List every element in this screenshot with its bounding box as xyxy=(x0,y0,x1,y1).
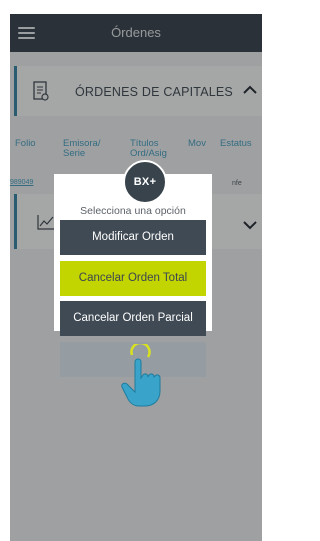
tap-hand-icon xyxy=(121,344,161,407)
cancelar-total-button[interactable]: Cancelar Orden Total xyxy=(60,261,206,296)
brand-logo: BX+ xyxy=(123,160,167,204)
app-screen: Órdenes ÓRDENES DE CAPITALES Folio Emiso… xyxy=(10,14,262,541)
dialog-prompt: Selecciona una opción xyxy=(80,205,186,217)
modificar-orden-button[interactable]: Modificar Orden xyxy=(60,220,206,255)
cancelar-parcial-button[interactable]: Cancelar Orden Parcial xyxy=(60,301,206,336)
